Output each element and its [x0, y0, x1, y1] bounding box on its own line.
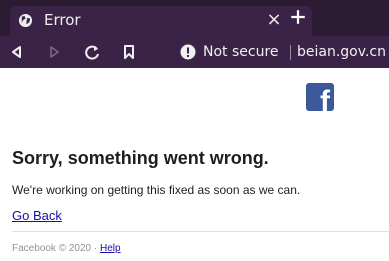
navigation-toolbar: Not secure beian.gov.cn	[0, 36, 389, 68]
tab-title: Error	[44, 11, 81, 29]
go-back-link[interactable]: Go Back	[12, 208, 62, 224]
browser-tab[interactable]: Error ×	[10, 6, 312, 36]
address-bar-url[interactable]: beian.gov.cn	[297, 42, 386, 62]
error-message: We're working on getting this fixed as s…	[12, 183, 301, 197]
facebook-logo: f	[306, 83, 334, 111]
warning-icon[interactable]	[180, 44, 196, 60]
error-heading: Sorry, something went wrong.	[12, 148, 269, 168]
bookmark-icon[interactable]	[121, 44, 137, 60]
copyright-text: Facebook © 2020 ·	[12, 243, 100, 254]
reload-icon[interactable]	[84, 44, 100, 60]
forward-icon[interactable]	[46, 44, 62, 60]
close-tab-icon[interactable]: ×	[265, 11, 283, 29]
security-status[interactable]: Not secure	[203, 42, 279, 62]
world-icon	[18, 13, 33, 28]
address-separator	[290, 45, 291, 60]
help-link[interactable]: Help	[100, 243, 121, 254]
back-icon[interactable]	[9, 44, 25, 60]
footer: Facebook © 2020 · Help	[12, 242, 121, 255]
page-content: f Sorry, something went wrong. We're wor…	[0, 68, 389, 261]
footer-divider	[12, 231, 389, 232]
new-tab-icon[interactable]	[289, 8, 307, 26]
tab-bar: Error ×	[0, 0, 389, 36]
facebook-f-icon: f	[320, 85, 330, 112]
